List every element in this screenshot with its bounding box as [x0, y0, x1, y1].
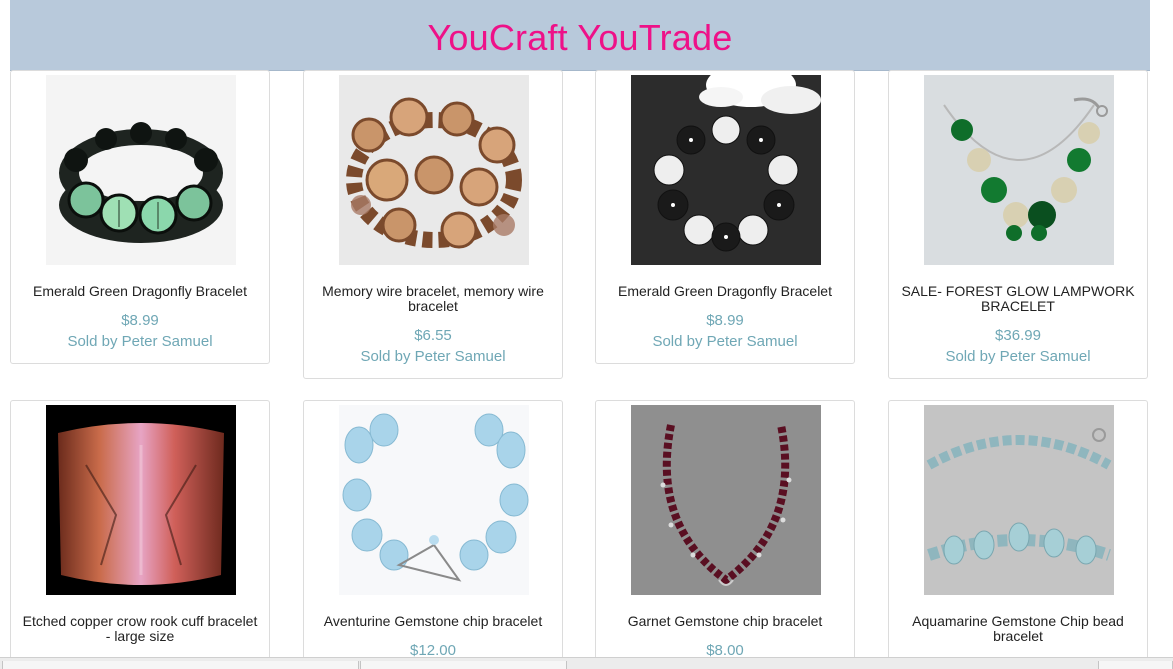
product-price: $36.99: [995, 327, 1041, 344]
site-title[interactable]: YouCraft YouTrade: [10, 17, 1150, 59]
product-seller[interactable]: Sold by Peter Samuel: [11, 333, 269, 350]
product-image-memory-wire-bracelet[interactable]: [339, 75, 529, 265]
product-seller[interactable]: Sold by Peter Samuel: [889, 348, 1147, 365]
product-price: $8.99: [121, 312, 159, 329]
product-image-dragonfly-bracelet[interactable]: [46, 75, 236, 265]
product-name[interactable]: SALE- FOREST GLOW LAMPWORK BRACELET: [897, 284, 1139, 314]
page: YouCraft YouTrade Emerald Green Dragonfl…: [0, 0, 1173, 669]
product-image-aventurine-bracelet[interactable]: [339, 405, 529, 595]
product-name[interactable]: Aventurine Gemstone chip bracelet: [312, 614, 554, 629]
product-name[interactable]: Etched copper crow rook cuff bracelet - …: [19, 614, 261, 644]
product-card[interactable]: Emerald Green Dragonfly Bracelet $8.99 S…: [595, 70, 855, 364]
product-price: $6.55: [414, 327, 452, 344]
product-card[interactable]: Aventurine Gemstone chip bracelet $12.00: [303, 400, 563, 669]
taskbar-item[interactable]: [1098, 661, 1173, 669]
product-price: $8.99: [706, 312, 744, 329]
product-name[interactable]: Garnet Gemstone chip bracelet: [604, 614, 846, 629]
taskbar-item[interactable]: [360, 661, 567, 669]
product-image-black-white-bead-bracelet[interactable]: [631, 75, 821, 265]
product-seller[interactable]: Sold by Peter Samuel: [596, 333, 854, 350]
product-name[interactable]: Emerald Green Dragonfly Bracelet: [19, 284, 261, 299]
site-header: YouCraft YouTrade: [10, 0, 1150, 71]
product-card[interactable]: SALE- FOREST GLOW LAMPWORK BRACELET $36.…: [888, 70, 1148, 379]
product-card[interactable]: Aquamarine Gemstone Chip bead bracelet: [888, 400, 1148, 669]
product-name[interactable]: Emerald Green Dragonfly Bracelet: [604, 284, 846, 299]
product-name[interactable]: Memory wire bracelet, memory wire bracel…: [312, 284, 554, 314]
product-image-copper-cuff[interactable]: [46, 405, 236, 595]
product-card[interactable]: Garnet Gemstone chip bracelet $8.00: [595, 400, 855, 669]
product-card[interactable]: Memory wire bracelet, memory wire bracel…: [303, 70, 563, 379]
bottom-taskbar: [0, 657, 1173, 669]
product-card[interactable]: Emerald Green Dragonfly Bracelet $8.99 S…: [10, 70, 270, 364]
product-card[interactable]: Etched copper crow rook cuff bracelet - …: [10, 400, 270, 669]
product-image-aquamarine-bracelet[interactable]: [924, 405, 1114, 595]
taskbar-item[interactable]: [2, 661, 359, 669]
product-image-lampwork-bracelet[interactable]: [924, 75, 1114, 265]
product-name[interactable]: Aquamarine Gemstone Chip bead bracelet: [897, 614, 1139, 644]
product-image-garnet-bracelet[interactable]: [631, 405, 821, 595]
product-seller[interactable]: Sold by Peter Samuel: [304, 348, 562, 365]
